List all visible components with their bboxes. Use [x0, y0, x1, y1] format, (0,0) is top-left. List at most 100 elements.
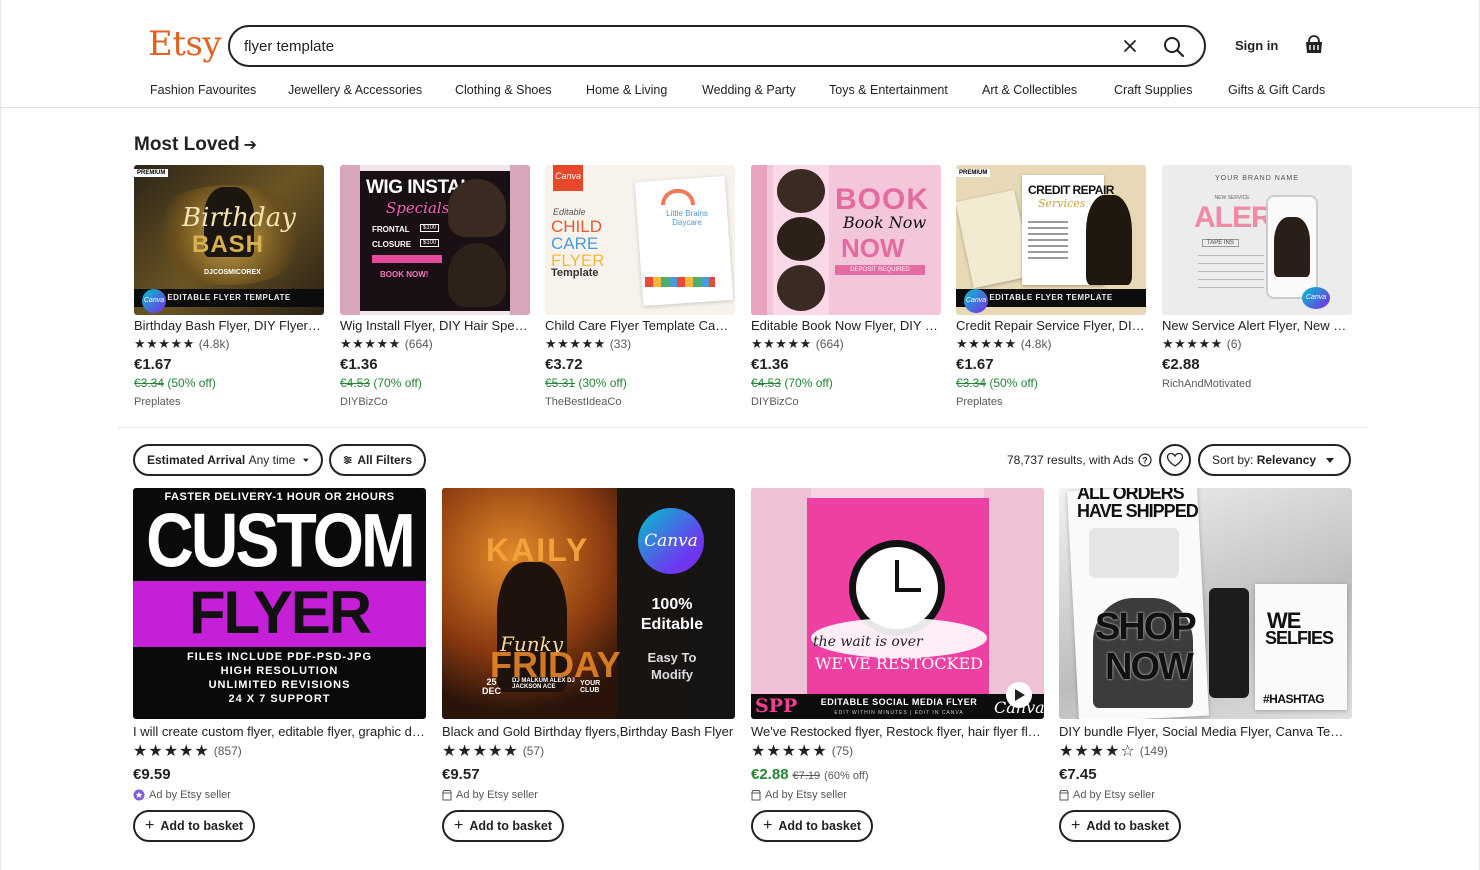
- listing-image[interactable]: the wait is over WE'VE RESTOCKED SPP EDI…: [751, 488, 1044, 719]
- listing-image[interactable]: KAILY Funky FRIDAY 25 DEC DJ MALKUM ALEX …: [442, 488, 735, 719]
- shop-name[interactable]: DIYBizCo: [340, 396, 530, 408]
- shop-icon: [1059, 789, 1069, 800]
- shop-name[interactable]: RichAndMotivated: [1162, 378, 1352, 390]
- search-input[interactable]: flyer template: [244, 38, 334, 55]
- sign-in-link[interactable]: Sign in: [1235, 38, 1278, 53]
- most-loved-item[interactable]: BOOK Book Now NOW DEPOSIT REQUIRED Edita…: [751, 165, 941, 408]
- sort-value: Relevancy: [1256, 453, 1317, 467]
- listing-card[interactable]: ALL ORDERS HAVE SHIPPED SHOP NOW WE SELF…: [1059, 488, 1352, 842]
- listing-title[interactable]: Birthday Bash Flyer, DIY Flyer Template,…: [134, 318, 324, 333]
- category-toys[interactable]: Toys & Entertainment: [829, 83, 948, 97]
- shop-icon: [442, 789, 452, 800]
- listing-image[interactable]: PREMIUM Birthday BASH DJCOSMICOREX EDITA…: [134, 165, 324, 315]
- review-count: (6): [1226, 337, 1242, 351]
- listing-title[interactable]: Wig Install Flyer, DIY Hair Specials Fly…: [340, 318, 530, 333]
- listing-title[interactable]: Child Care Flyer Template Canva Editable: [545, 318, 735, 333]
- discount: (60% off): [824, 770, 869, 782]
- estimated-arrival-dropdown[interactable]: Estimated Arrival Any time: [133, 444, 323, 476]
- discount: (70% off): [784, 376, 833, 390]
- listing-rating: ★★★★★ (57): [442, 742, 735, 760]
- listing-rating: ★★★★★ (857): [133, 742, 426, 760]
- listing-card[interactable]: KAILY Funky FRIDAY 25 DEC DJ MALKUM ALEX …: [442, 488, 735, 842]
- most-loved-item[interactable]: PREMIUM Birthday BASH DJCOSMICOREX EDITA…: [134, 165, 324, 408]
- art-text: Editable: [553, 207, 586, 217]
- etsy-logo[interactable]: Etsy: [148, 24, 222, 64]
- canva-logo: Canva: [964, 289, 988, 313]
- play-video-button[interactable]: [1006, 682, 1032, 708]
- listing-image[interactable]: FASTER DELIVERY-1 HOUR OR 2HOURS CUSTOM …: [133, 488, 426, 719]
- listing-price: €2.88: [1162, 356, 1200, 373]
- listing-title[interactable]: DIY bundle Flyer, Social Media Flyer, Ca…: [1059, 724, 1352, 739]
- shop-name[interactable]: Preplates: [956, 396, 1146, 408]
- most-loved-item[interactable]: Canva Editable CHILD CARE FLYER Template…: [545, 165, 735, 408]
- favorite-search-button[interactable]: [1159, 444, 1191, 476]
- listing-title[interactable]: New Service Alert Flyer, New Service Tem…: [1162, 318, 1352, 333]
- listing-card[interactable]: the wait is over WE'VE RESTOCKED SPP EDI…: [751, 488, 1044, 842]
- art-text: BASH: [192, 231, 265, 258]
- add-to-basket-button[interactable]: + Add to basket: [442, 810, 564, 842]
- sort-label: Sort by:: [1212, 453, 1254, 467]
- most-loved-heading[interactable]: Most Loved ➔: [134, 134, 257, 156]
- star-icons: ★★★★☆: [1059, 743, 1136, 760]
- most-loved-item[interactable]: PREMIUM CREDIT REPAIR Services EDITABLE …: [956, 165, 1146, 408]
- shop-name[interactable]: TheBestIdeaCo: [545, 396, 735, 408]
- phone-mockup: [1209, 588, 1249, 698]
- add-to-basket-button[interactable]: + Add to basket: [133, 810, 255, 842]
- shop-name[interactable]: Preplates: [134, 396, 324, 408]
- art-text: FRONTAL: [372, 225, 410, 234]
- category-clothing[interactable]: Clothing & Shoes: [455, 83, 552, 97]
- art-text: WE'VE RESTOCKED: [814, 654, 984, 673]
- listing-image[interactable]: PREMIUM CREDIT REPAIR Services EDITABLE …: [956, 165, 1146, 315]
- search-icon[interactable]: [1162, 35, 1186, 59]
- review-count: (57): [522, 744, 545, 758]
- portrait: [1086, 195, 1132, 285]
- listing-rating: ★★★★★ (33): [545, 335, 735, 353]
- category-gifts[interactable]: Gifts & Gift Cards: [1228, 83, 1325, 97]
- listing-title[interactable]: I will create custom flyer, editable fly…: [133, 724, 426, 739]
- category-jewellery[interactable]: Jewellery & Accessories: [288, 83, 422, 97]
- listing-image[interactable]: Canva Editable CHILD CARE FLYER Template…: [545, 165, 735, 315]
- add-to-basket-button[interactable]: + Add to basket: [751, 810, 873, 842]
- most-loved-item[interactable]: WIG INSTALL Specials FRONTAL $100 CLOSUR…: [340, 165, 530, 408]
- art-text: CUSTOM: [146, 497, 416, 583]
- search-bar[interactable]: flyer template: [228, 25, 1206, 67]
- category-home[interactable]: Home & Living: [586, 83, 667, 97]
- listing-card[interactable]: FASTER DELIVERY-1 HOUR OR 2HOURS CUSTOM …: [133, 488, 426, 842]
- listing-title[interactable]: Credit Repair Service Flyer, DIY Busines…: [956, 318, 1146, 333]
- canva-logo: Canva: [1302, 287, 1330, 309]
- category-wedding[interactable]: Wedding & Party: [702, 83, 796, 97]
- all-filters-button[interactable]: All Filters: [329, 444, 426, 476]
- listing-title[interactable]: Editable Book Now Flyer, DIY Beauty Flye…: [751, 318, 941, 333]
- art-text: YOUR BRAND NAME: [1215, 175, 1299, 182]
- category-art[interactable]: Art & Collectibles: [982, 83, 1077, 97]
- listing-title[interactable]: Black and Gold Birthday flyers,Birthday …: [442, 724, 735, 739]
- sort-dropdown[interactable]: Sort by: Relevancy: [1198, 444, 1351, 476]
- listing-image[interactable]: YOUR BRAND NAME NEW SERVICE ALERT TAPE I…: [1162, 165, 1352, 315]
- listing-original-price: €4.53 (70% off): [340, 376, 530, 390]
- review-count: (4.8k): [1020, 337, 1052, 351]
- category-craft[interactable]: Craft Supplies: [1114, 83, 1193, 97]
- listing-image[interactable]: ALL ORDERS HAVE SHIPPED SHOP NOW WE SELF…: [1059, 488, 1352, 719]
- review-count: (33): [609, 337, 632, 351]
- original-price: €7.19: [792, 770, 821, 782]
- shop-name[interactable]: DIYBizCo: [751, 396, 941, 408]
- art-text: YOUR CLUB: [580, 680, 601, 694]
- listing-title[interactable]: We've Restocked flyer, Restock flyer, ha…: [751, 724, 1044, 739]
- category-nav: Fashion Favourites Jewellery & Accessori…: [0, 82, 1480, 108]
- basket-icon[interactable]: [1303, 34, 1325, 56]
- add-to-basket-button[interactable]: + Add to basket: [1059, 810, 1181, 842]
- art-text: DJCOSMICOREX: [204, 269, 261, 276]
- most-loved-item[interactable]: YOUR BRAND NAME NEW SERVICE ALERT TAPE I…: [1162, 165, 1352, 390]
- listing-image[interactable]: WIG INSTALL Specials FRONTAL $100 CLOSUR…: [340, 165, 530, 315]
- heart-icon: [1167, 453, 1183, 467]
- plus-icon: +: [1071, 817, 1081, 834]
- art-text: Modify: [651, 667, 693, 682]
- ad-text: Ad by Etsy seller: [1073, 789, 1155, 801]
- portrait: [777, 217, 825, 261]
- listing-image[interactable]: BOOK Book Now NOW DEPOSIT REQUIRED: [751, 165, 941, 315]
- star-icons: ★★★★★: [545, 336, 606, 351]
- results-text: 78,737 results, with Ads: [1007, 453, 1134, 467]
- clear-search-icon[interactable]: [1120, 36, 1140, 56]
- category-fashion[interactable]: Fashion Favourites: [150, 83, 256, 97]
- help-icon[interactable]: ?: [1138, 453, 1152, 467]
